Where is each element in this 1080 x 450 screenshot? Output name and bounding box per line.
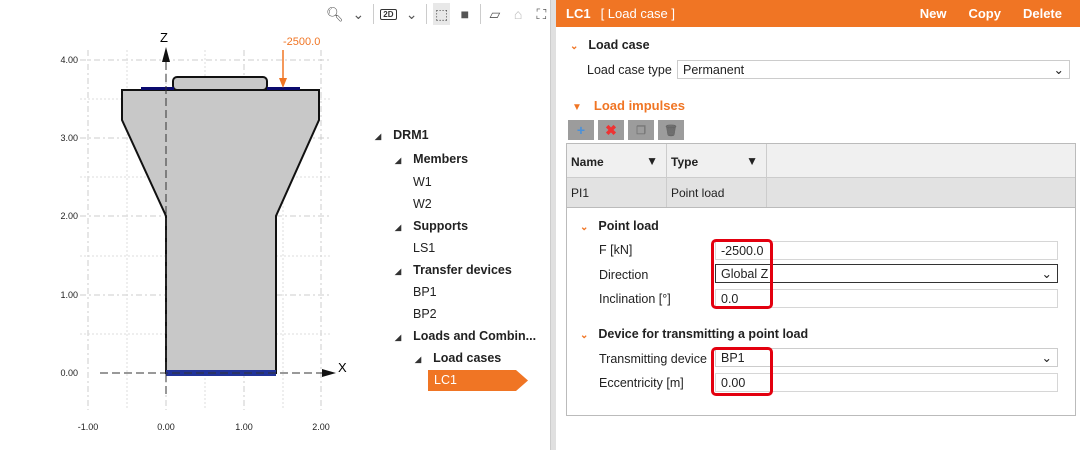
tree-item-w1[interactable]: W1: [413, 175, 432, 189]
svg-text:3.00: 3.00: [60, 133, 78, 143]
svg-text:1.00: 1.00: [60, 290, 78, 300]
tree-item-lc1[interactable]: LC1: [428, 370, 528, 391]
add-icon[interactable]: +: [568, 120, 594, 140]
x-tick-labels: -1.00 0.00 1.00 2.00: [78, 422, 330, 432]
f-label: F [kN]: [599, 243, 633, 257]
copy-icon[interactable]: ❐: [628, 120, 654, 140]
header-subtitle: [ Load case ]: [600, 6, 676, 21]
column-header-type[interactable]: Type ▼: [667, 144, 767, 177]
section-point-load[interactable]: ⌄ Point load: [580, 219, 659, 233]
load-value-label: -2500.0: [283, 36, 320, 48]
trash-icon[interactable]: 🗑︎: [658, 120, 684, 140]
tree-members[interactable]: ◢ Members: [395, 152, 468, 166]
svg-text:4.00: 4.00: [60, 55, 78, 65]
copy-button[interactable]: Copy: [968, 6, 1001, 21]
direction-label: Direction: [599, 268, 649, 282]
tree-item-w2[interactable]: W2: [413, 197, 432, 211]
panel-header: LC1 [ Load case ] New Copy Delete: [556, 0, 1080, 27]
tree-root[interactable]: ◢ DRM1: [375, 128, 429, 142]
highlight-box: [711, 347, 773, 396]
svg-text:2.00: 2.00: [312, 422, 330, 432]
remove-icon[interactable]: ✖: [598, 120, 624, 140]
svg-text:1.00: 1.00: [235, 422, 253, 432]
svg-text:2.00: 2.00: [60, 211, 78, 221]
svg-text:-1.00: -1.00: [78, 422, 99, 432]
header-title: LC1: [566, 6, 591, 21]
eccentricity-label: Eccentricity [m]: [599, 376, 684, 390]
wall-shape[interactable]: [121, 89, 320, 374]
section-load-case[interactable]: ⌄ Load case: [570, 38, 650, 52]
y-tick-labels: 0.00 1.00 2.00 3.00 4.00: [60, 55, 78, 378]
impulse-table: Name ▼ Type ▼ PI1 Point load: [566, 143, 1076, 208]
bearing-plate[interactable]: [172, 76, 268, 91]
tree-load-cases[interactable]: ◢ Load cases: [415, 351, 501, 365]
tree-item-ls1[interactable]: LS1: [413, 241, 435, 255]
tree-item-bp1[interactable]: BP1: [413, 285, 437, 299]
tree-loads[interactable]: ◢ Loads and Combin...: [395, 329, 536, 343]
new-button[interactable]: New: [920, 6, 947, 21]
x-axis-label: X: [338, 360, 347, 375]
load-case-type-select[interactable]: Permanent ⌄: [677, 60, 1070, 79]
section-load-impulses[interactable]: ▼ Load impulses: [572, 98, 685, 113]
filter-icon: ▼: [746, 154, 758, 168]
inclination-label: Inclination [°]: [599, 292, 671, 306]
panel-splitter[interactable]: [550, 0, 556, 450]
device-label: Transmitting device: [599, 352, 707, 366]
column-header-name[interactable]: Name ▼: [567, 144, 667, 177]
tree-transfer[interactable]: ◢ Transfer devices: [395, 263, 512, 277]
delete-button[interactable]: Delete: [1023, 6, 1062, 21]
table-row[interactable]: PI1 Point load: [567, 178, 1075, 207]
filter-icon: ▼: [646, 154, 658, 168]
svg-text:0.00: 0.00: [157, 422, 175, 432]
load-case-type-label: Load case type: [587, 63, 672, 77]
highlight-box: [711, 239, 773, 309]
tree-supports[interactable]: ◢ Supports: [395, 219, 468, 233]
impulse-toolbar: + ✖ ❐ 🗑︎: [568, 120, 684, 140]
cell-name: PI1: [567, 178, 667, 207]
svg-text:0.00: 0.00: [60, 368, 78, 378]
tree-item-bp2[interactable]: BP2: [413, 307, 437, 321]
transfer-strip: [267, 87, 300, 90]
transfer-strip: [141, 87, 174, 90]
z-axis-label: Z: [160, 30, 168, 45]
cell-type: Point load: [667, 178, 767, 207]
section-device[interactable]: ⌄ Device for transmitting a point load: [580, 327, 808, 341]
